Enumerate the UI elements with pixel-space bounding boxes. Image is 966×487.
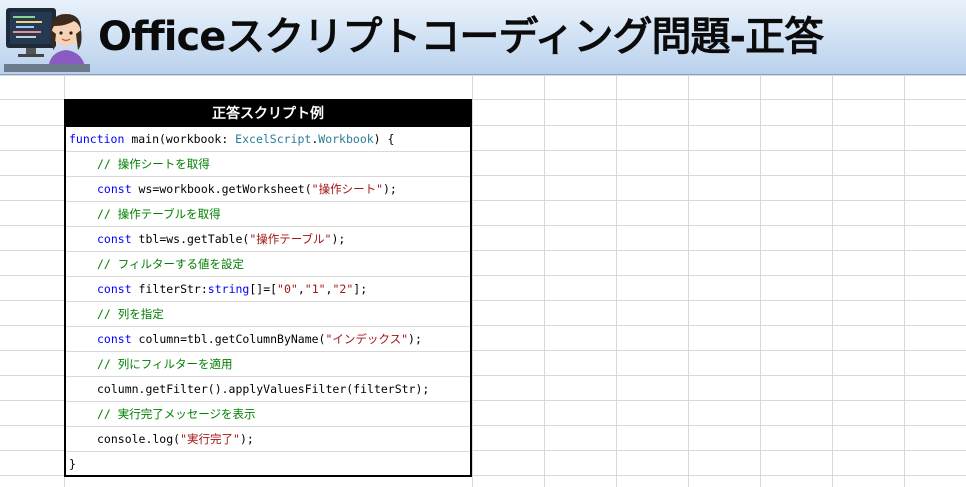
- code-box-header: 正答スクリプト例: [66, 101, 470, 127]
- code-text: );: [408, 332, 422, 346]
- code-lines: function main(workbook: ExcelScript.Work…: [66, 127, 470, 477]
- code-line: // 列にフィルターを適用: [66, 352, 470, 377]
- code-line: // 操作テーブルを取得: [66, 202, 470, 227]
- code-text: column.getFilter().applyValuesFilter(fil…: [97, 382, 430, 396]
- programmer-illustration-icon: [4, 8, 90, 72]
- code-keyword: const: [97, 332, 132, 346]
- code-comment: // 操作テーブルを取得: [97, 207, 221, 221]
- code-comment: // 実行完了メッセージを表示: [97, 407, 256, 421]
- page-title: Officeスクリプトコーディング問題-正答: [98, 14, 824, 60]
- code-string: "インデックス": [325, 332, 409, 346]
- code-line: // 実行完了メッセージを表示: [66, 402, 470, 427]
- code-comment: // 操作シートを取得: [97, 157, 210, 171]
- code-text: ,: [297, 282, 305, 296]
- title-banner: Officeスクリプトコーディング問題-正答: [0, 0, 966, 75]
- code-type: ExcelScript: [235, 132, 312, 146]
- code-line: console.log("実行完了");: [66, 427, 470, 452]
- code-text: ) {: [373, 132, 395, 146]
- code-keyword: const: [97, 282, 132, 296]
- code-text: );: [331, 232, 346, 246]
- code-text: filterStr:: [131, 282, 208, 296]
- code-sample-box: 正答スクリプト例 function main(workbook: ExcelSc…: [64, 99, 472, 477]
- code-string: "1": [304, 282, 326, 296]
- row-divider: [0, 75, 966, 76]
- code-text: []=[: [249, 282, 278, 296]
- code-line: const filterStr:string[]=["0","1","2"];: [66, 277, 470, 302]
- code-line: }: [66, 452, 470, 477]
- code-line: column.getFilter().applyValuesFilter(fil…: [66, 377, 470, 402]
- code-text: );: [383, 182, 397, 196]
- code-text: ];: [353, 282, 368, 296]
- code-string: "操作シート": [311, 182, 383, 196]
- code-comment: // 列にフィルターを適用: [97, 357, 233, 371]
- code-text: ws=workbook.getWorksheet(: [131, 182, 312, 196]
- code-keyword: const: [97, 232, 132, 246]
- code-string: "操作テーブル": [249, 232, 332, 246]
- code-text: tbl=ws.getTable(: [131, 232, 250, 246]
- code-line: function main(workbook: ExcelScript.Work…: [66, 127, 470, 152]
- code-line: const column=tbl.getColumnByName("インデックス…: [66, 327, 470, 352]
- code-text: );: [239, 432, 254, 446]
- code-keyword: string: [207, 282, 250, 296]
- code-string: "2": [332, 282, 354, 296]
- code-line: // 操作シートを取得: [66, 152, 470, 177]
- code-text: main(workbook:: [124, 132, 236, 146]
- code-line: // 列を指定: [66, 302, 470, 327]
- code-string: "実行完了": [180, 432, 240, 446]
- code-keyword: function: [69, 132, 125, 146]
- code-line: const ws=workbook.getWorksheet("操作シート");: [66, 177, 470, 202]
- code-string: "0": [277, 282, 298, 296]
- code-text: }: [69, 457, 76, 471]
- code-keyword: const: [97, 182, 132, 196]
- code-text: column=tbl.getColumnByName(: [131, 332, 326, 346]
- code-text: console.log(: [97, 432, 181, 446]
- code-comment: // フィルターする値を設定: [97, 257, 245, 271]
- code-line: // フィルターする値を設定: [66, 252, 470, 277]
- code-type: Workbook: [318, 132, 374, 146]
- code-comment: // 列を指定: [97, 307, 164, 321]
- code-line: const tbl=ws.getTable("操作テーブル");: [66, 227, 470, 252]
